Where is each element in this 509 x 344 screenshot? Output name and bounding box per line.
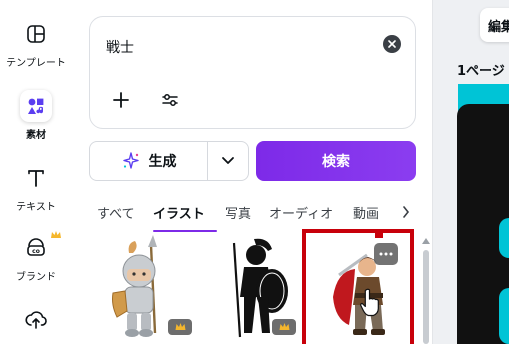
- search-input[interactable]: 戦士: [106, 37, 134, 57]
- template-icon: [20, 18, 52, 50]
- app-root: テンプレート 素材 テキスト co ブランド 戦士 生成 検索 すべて イラスト…: [0, 0, 509, 344]
- triangle-up-icon: [422, 238, 430, 244]
- ellipsis-icon: [379, 252, 393, 256]
- rail-item-label: ブランド: [16, 272, 56, 283]
- scrollbar-thumb[interactable]: [423, 250, 429, 344]
- tab-photos[interactable]: 写真: [225, 203, 251, 222]
- search-button[interactable]: 検索: [256, 141, 416, 181]
- brand-icon: co: [20, 232, 52, 264]
- canvas-shape: [499, 288, 509, 344]
- premium-badge: [168, 319, 192, 335]
- svg-text:co: co: [32, 248, 40, 255]
- scrollbar[interactable]: [423, 250, 429, 344]
- scroll-up-button[interactable]: [421, 236, 431, 246]
- filter-button[interactable]: [158, 88, 182, 112]
- clear-search-button[interactable]: [383, 35, 401, 53]
- canvas-shape: [499, 218, 509, 258]
- category-tabs: すべて イラスト 写真 オーディオ 動画: [89, 200, 419, 232]
- edit-button[interactable]: 編集: [480, 8, 509, 42]
- crown-icon: [175, 323, 185, 330]
- active-tab-indicator: [153, 230, 217, 232]
- text-icon: [20, 162, 52, 194]
- search-card: 戦士: [89, 16, 416, 129]
- tab-illustrations[interactable]: イラスト: [153, 203, 205, 222]
- magic-sparkle-icon: [122, 152, 139, 169]
- side-rail: テンプレート 素材 テキスト co ブランド: [0, 0, 72, 344]
- edit-button-label: 編集: [488, 20, 509, 35]
- crown-icon: [51, 231, 61, 238]
- generate-label: 生成: [148, 154, 177, 170]
- page-label: 1ページ: [457, 64, 505, 79]
- sliders-icon: [162, 94, 178, 106]
- tab-audio[interactable]: オーディオ: [269, 203, 333, 222]
- crown-icon: [279, 323, 289, 330]
- generate-button[interactable]: 生成: [90, 142, 208, 180]
- tabs-next-button[interactable]: [399, 204, 413, 220]
- premium-badge: [272, 319, 296, 335]
- rail-item-text[interactable]: テキスト: [0, 162, 72, 213]
- rail-item-elements[interactable]: 素材: [0, 90, 72, 141]
- hand-cursor-icon: [360, 288, 379, 317]
- rail-item-label: テンプレート: [6, 58, 66, 69]
- upload-icon: [20, 304, 52, 336]
- result-item[interactable]: [89, 233, 197, 344]
- result-item[interactable]: [204, 233, 304, 344]
- rail-item-label: テキスト: [16, 202, 56, 213]
- rail-item-upload[interactable]: [0, 304, 72, 336]
- search-button-label: 検索: [322, 154, 350, 170]
- rail-item-brand[interactable]: co ブランド: [0, 231, 72, 283]
- close-icon: [388, 40, 396, 48]
- rail-item-label: 素材: [26, 130, 46, 141]
- more-options-button[interactable]: [374, 243, 398, 265]
- tab-all[interactable]: すべて: [97, 203, 135, 222]
- generate-split-button: 生成: [89, 141, 249, 181]
- tab-video[interactable]: 動画: [353, 203, 379, 222]
- plus-icon: [113, 92, 129, 108]
- chevron-down-icon: [222, 157, 234, 164]
- add-button[interactable]: [108, 87, 134, 113]
- chevron-right-icon: [403, 206, 410, 218]
- generate-options-button[interactable]: [208, 142, 248, 180]
- rail-item-templates[interactable]: テンプレート: [0, 18, 72, 69]
- elements-icon: [20, 90, 52, 122]
- editor-area: 編集 1ページ: [432, 0, 509, 344]
